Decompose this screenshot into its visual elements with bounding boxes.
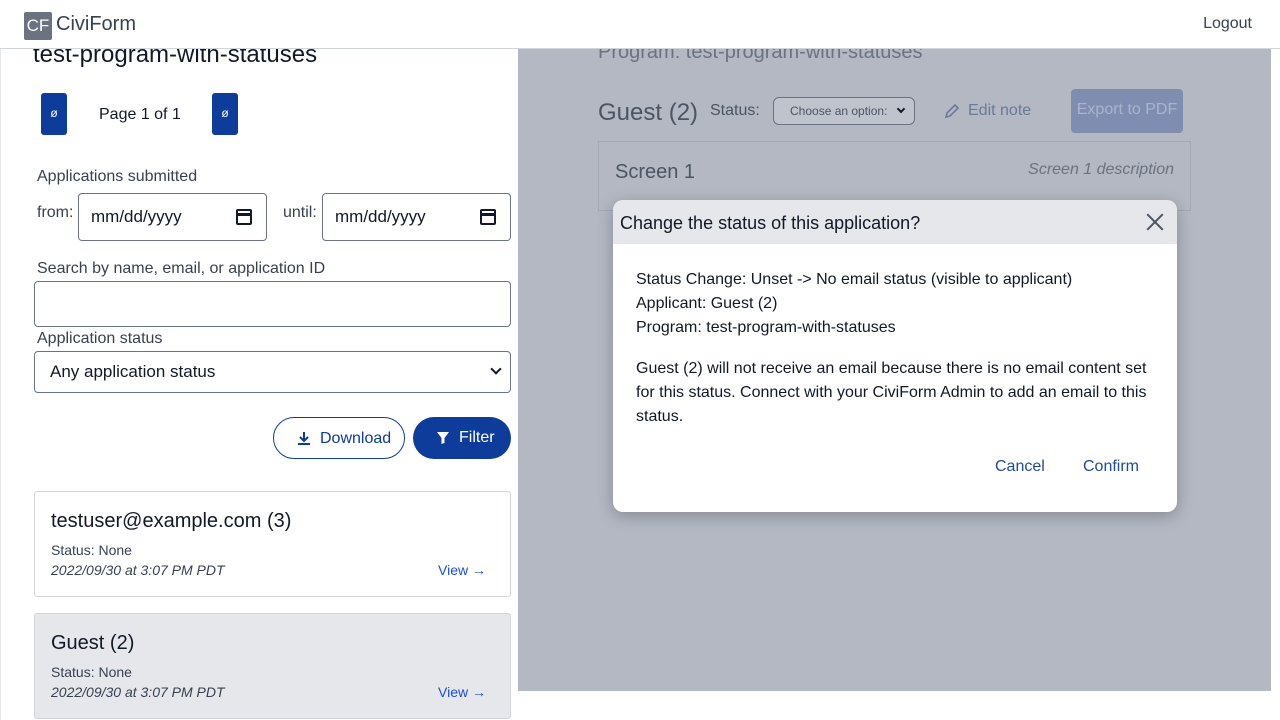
- status-select[interactable]: Choose an option:: [773, 97, 915, 125]
- until-label: until:: [283, 204, 317, 221]
- calendar-icon[interactable]: [480, 209, 496, 225]
- status-change-modal: Change the status of this application? S…: [613, 200, 1177, 512]
- logout-link[interactable]: Logout: [1203, 15, 1252, 33]
- modal-header: Change the status of this application?: [613, 200, 1177, 244]
- confirm-button[interactable]: Confirm: [1083, 458, 1139, 476]
- edit-note-label: Edit note: [968, 102, 1032, 119]
- search-input[interactable]: [34, 281, 511, 327]
- from-label: from:: [37, 204, 74, 221]
- screen-description: Screen 1 description: [1028, 161, 1174, 178]
- applicant-heading: Guest (2): [598, 99, 699, 126]
- search-label: Search by name, email, or application ID: [37, 260, 326, 277]
- calendar-icon[interactable]: [236, 209, 252, 225]
- modal-program: Program: test-program-with-statuses: [636, 319, 896, 336]
- from-date-input[interactable]: mm/dd/yyyy: [78, 193, 267, 241]
- screen-title: Screen 1: [615, 161, 696, 183]
- cancel-button[interactable]: Cancel: [995, 458, 1045, 476]
- download-icon: [298, 432, 310, 445]
- status-filter-label: Application status: [37, 330, 163, 347]
- from-date-value: mm/dd/yyyy: [91, 207, 182, 226]
- view-link[interactable]: View →: [438, 684, 486, 700]
- application-card-selected[interactable]: Guest (2) Status: None 2022/09/30 at 3:0…: [34, 613, 511, 719]
- view-link[interactable]: View →: [438, 562, 486, 578]
- status-change-text: Status Change: Unset -> No email status …: [636, 271, 1073, 288]
- next-page-button[interactable]: ø: [212, 93, 238, 135]
- program-title: test-program-with-statuses: [33, 49, 318, 68]
- applications-panel: test-program-with-statuses ø Page 1 of 1…: [0, 49, 518, 720]
- program-name: Program: test-program-with-statuses: [598, 49, 923, 63]
- modal-title: Change the status of this application?: [620, 213, 921, 233]
- modal-applicant: Applicant: Guest (2): [636, 295, 778, 312]
- edit-note-button[interactable]: Edit note: [944, 102, 1032, 120]
- chevron-down-icon: [896, 104, 906, 114]
- applicant-name: Guest (2): [51, 632, 135, 654]
- email-warning-message: Guest (2) will not receive an email beca…: [636, 360, 1147, 425]
- status-filter-value: Any application status: [50, 362, 216, 381]
- status-filter-select[interactable]: Any application status: [34, 351, 511, 393]
- submitted-date: 2022/09/30 at 3:07 PM PDT: [51, 562, 225, 578]
- filter-button[interactable]: Filter: [413, 417, 511, 459]
- page-indicator: Page 1 of 1: [99, 106, 181, 123]
- brand-name[interactable]: CiviForm: [56, 13, 136, 36]
- pencil-icon: [944, 103, 960, 119]
- download-button[interactable]: Download: [273, 417, 405, 459]
- filter-label: Filter: [459, 429, 495, 446]
- status-select-value: Choose an option:: [790, 104, 888, 118]
- until-date-value: mm/dd/yyyy: [335, 207, 426, 226]
- application-status: Status: None: [51, 664, 132, 680]
- bottom-strip: [518, 691, 1271, 720]
- logo-icon[interactable]: CF: [24, 12, 52, 40]
- export-pdf-button[interactable]: Export to PDF: [1071, 89, 1183, 133]
- submitted-label: Applications submitted: [37, 168, 198, 185]
- filter-icon: [437, 432, 449, 444]
- prev-page-button[interactable]: ø: [41, 93, 67, 135]
- submitted-date: 2022/09/30 at 3:07 PM PDT: [51, 684, 225, 700]
- until-date-input[interactable]: mm/dd/yyyy: [322, 193, 511, 241]
- chevron-down-icon: [490, 363, 502, 375]
- application-card[interactable]: testuser@example.com (3) Status: None 20…: [34, 491, 511, 597]
- top-nav: CF CiviForm Logout: [0, 0, 1280, 49]
- scrollbar[interactable]: [1271, 49, 1280, 720]
- application-status: Status: None: [51, 542, 132, 558]
- applicant-name: testuser@example.com (3): [51, 510, 292, 532]
- close-icon[interactable]: [1145, 212, 1165, 232]
- status-label: Status:: [710, 102, 760, 119]
- download-label: Download: [320, 430, 392, 447]
